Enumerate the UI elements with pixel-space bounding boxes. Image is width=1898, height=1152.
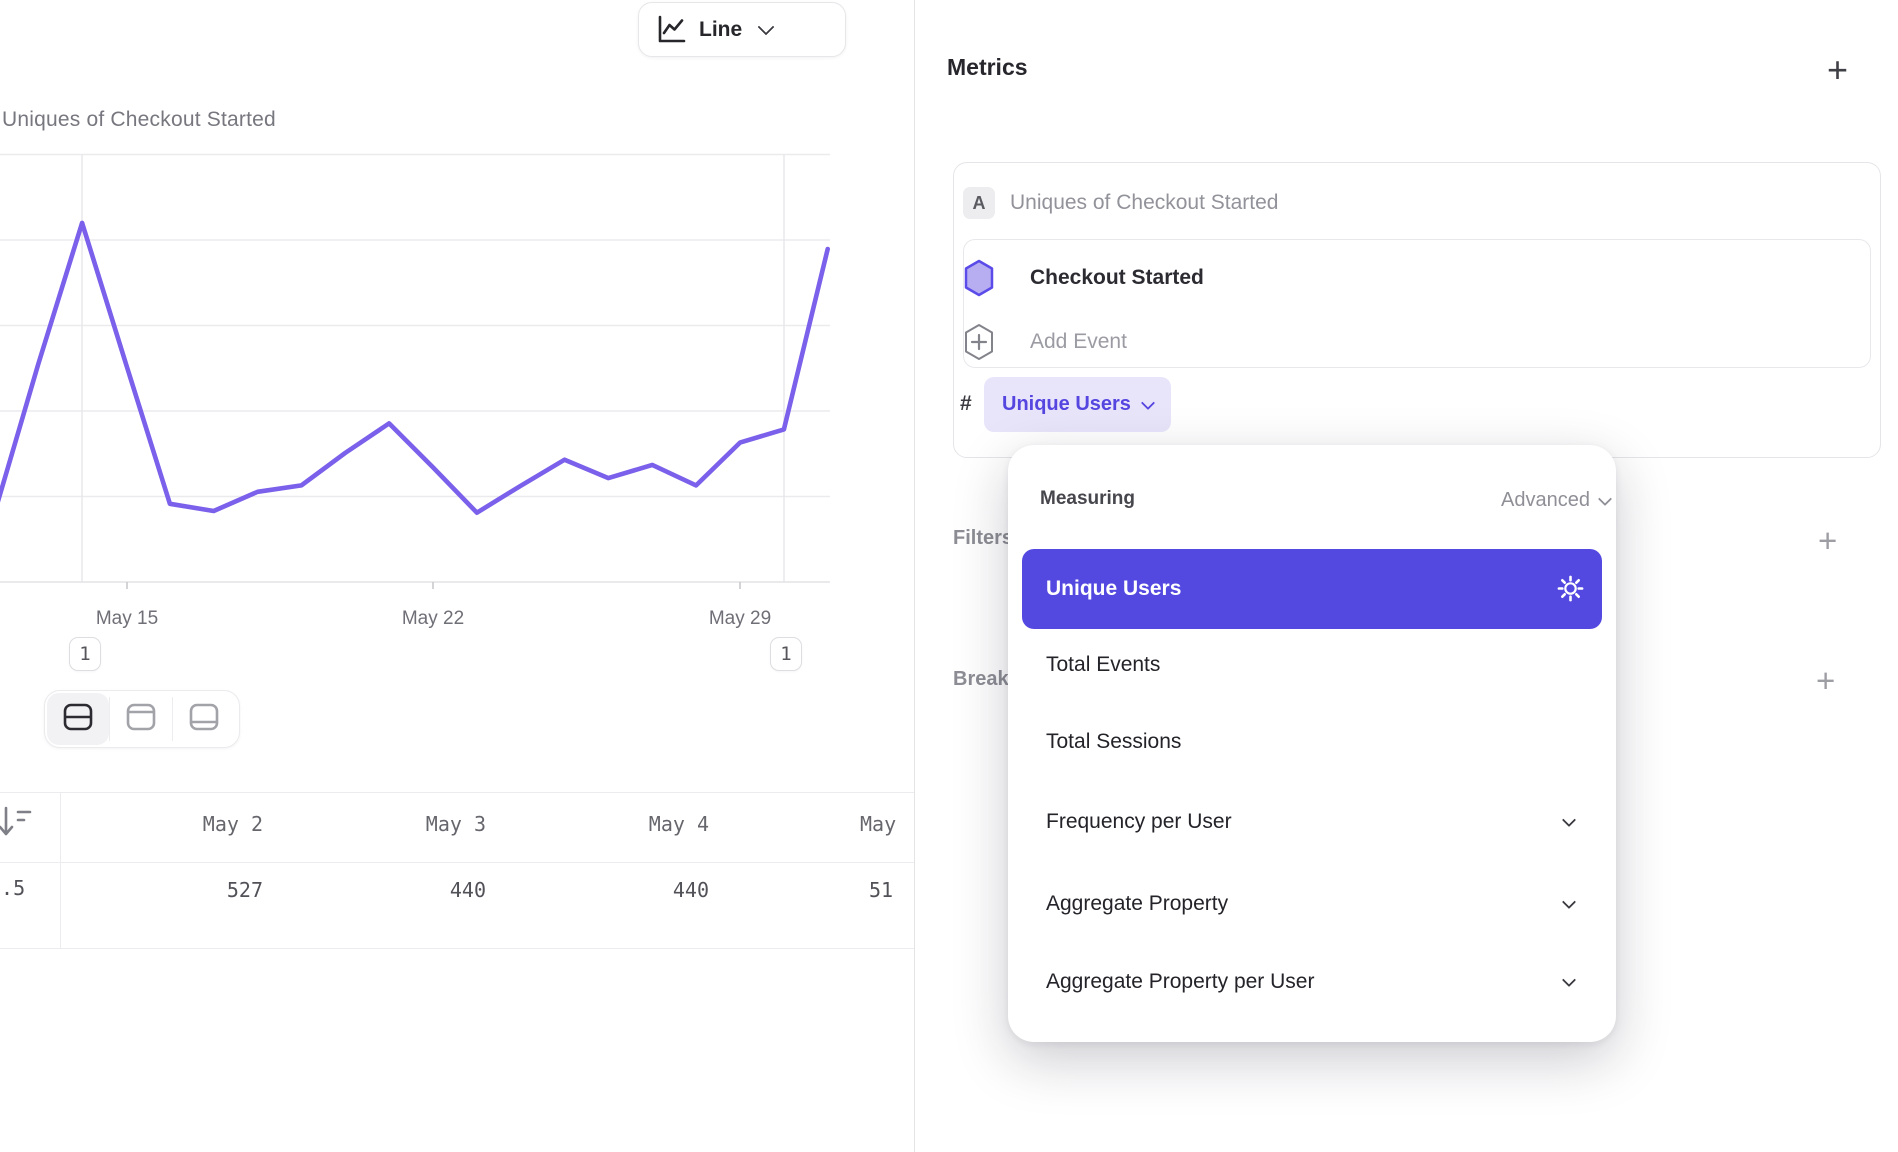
table-only-view-button[interactable] xyxy=(173,693,235,745)
event-name[interactable]: Checkout Started xyxy=(1030,266,1204,290)
chevron-down-icon xyxy=(1598,491,1612,505)
add-event-hexagon-icon[interactable] xyxy=(963,322,995,362)
table-column-header[interactable]: May 2 xyxy=(60,812,263,836)
annotation-count-badge[interactable]: 1 xyxy=(770,637,802,671)
metrics-section-title: Metrics xyxy=(947,54,1028,81)
event-hexagon-icon xyxy=(963,258,995,298)
table-cell-value: 440 xyxy=(283,878,486,902)
metric-line-series xyxy=(0,223,828,514)
table-column-header[interactable]: May 4 xyxy=(506,812,709,836)
split-chart-table-view-button[interactable] xyxy=(47,693,109,745)
measuring-label: Measuring xyxy=(1040,488,1135,510)
measuring-option-total-events[interactable]: Total Events xyxy=(1022,625,1602,705)
table-bottom-border xyxy=(0,948,914,949)
panel-divider xyxy=(914,0,915,1152)
add-filter-button[interactable]: + xyxy=(1818,524,1837,557)
table-cell-value: 527 xyxy=(60,878,263,902)
measuring-mode-label: Advanced xyxy=(1501,489,1590,512)
measuring-option-unique-users[interactable]: Unique Users xyxy=(1022,549,1602,629)
series-letter-badge: A xyxy=(963,187,995,219)
table-header-border xyxy=(0,862,914,863)
add-metric-button[interactable]: + xyxy=(1827,52,1848,88)
table-column-header[interactable]: May xyxy=(860,812,896,836)
table-only-view-icon xyxy=(188,703,220,736)
chevron-down-icon xyxy=(1141,395,1155,409)
table-cell-value: 51 xyxy=(869,878,893,902)
measuring-option-label: Total Sessions xyxy=(1046,730,1181,754)
x-axis-tick-label: May 29 xyxy=(709,608,771,630)
sort-descending-icon[interactable] xyxy=(0,800,36,848)
table-cell-value: 440 xyxy=(506,878,709,902)
measuring-option-total-sessions[interactable]: Total Sessions xyxy=(1022,702,1602,782)
metric-series-title[interactable]: Uniques of Checkout Started xyxy=(1010,191,1279,215)
chevron-down-icon xyxy=(1562,973,1576,987)
line-chart-icon xyxy=(655,14,687,46)
measuring-option-frequency-per-user[interactable]: Frequency per User xyxy=(1022,782,1602,862)
add-breakdown-button[interactable]: + xyxy=(1816,664,1835,697)
chart-type-label: Line xyxy=(699,18,742,42)
chart-only-view-icon xyxy=(125,703,157,736)
measuring-option-aggregate-property-per-user[interactable]: Aggregate Property per User xyxy=(1022,942,1602,1022)
count-prefix: # xyxy=(960,392,972,416)
annotation-count-badge[interactable]: 1 xyxy=(69,637,101,671)
split-chart-table-view-icon xyxy=(62,703,94,736)
table-top-border xyxy=(0,792,914,793)
measurement-pill-label: Unique Users xyxy=(1002,393,1131,416)
view-toggle xyxy=(44,690,240,748)
chevron-down-icon xyxy=(1562,813,1576,827)
measuring-option-aggregate-property[interactable]: Aggregate Property xyxy=(1022,864,1602,944)
measurement-pill[interactable]: Unique Users xyxy=(984,377,1171,432)
measuring-option-label: Aggregate Property per User xyxy=(1046,970,1314,994)
measuring-option-label: Aggregate Property xyxy=(1046,892,1228,916)
line-chart[interactable] xyxy=(0,140,850,600)
chart-title: Uniques of Checkout Started xyxy=(2,108,276,132)
chevron-down-icon xyxy=(758,19,775,36)
chart-only-view-button[interactable] xyxy=(110,693,172,745)
measuring-mode-selector[interactable]: Advanced xyxy=(1430,489,1610,512)
table-column-header[interactable]: May 3 xyxy=(283,812,486,836)
x-axis-tick-label: May 15 xyxy=(96,608,158,630)
measuring-option-label: Unique Users xyxy=(1046,577,1181,601)
chart-type-selector[interactable]: Line xyxy=(638,2,846,57)
measuring-option-label: Total Events xyxy=(1046,653,1160,677)
table-first-cell: 0.5 xyxy=(0,876,25,900)
chevron-down-icon xyxy=(1562,895,1576,909)
measuring-option-label: Frequency per User xyxy=(1046,810,1232,834)
x-axis-tick-label: May 22 xyxy=(402,608,464,630)
add-event-button[interactable]: Add Event xyxy=(1030,330,1127,354)
insights-report-view: Line Uniques of Checkout Started May 15 M… xyxy=(0,0,1898,1152)
filters-section-title: Filters xyxy=(953,527,1013,550)
